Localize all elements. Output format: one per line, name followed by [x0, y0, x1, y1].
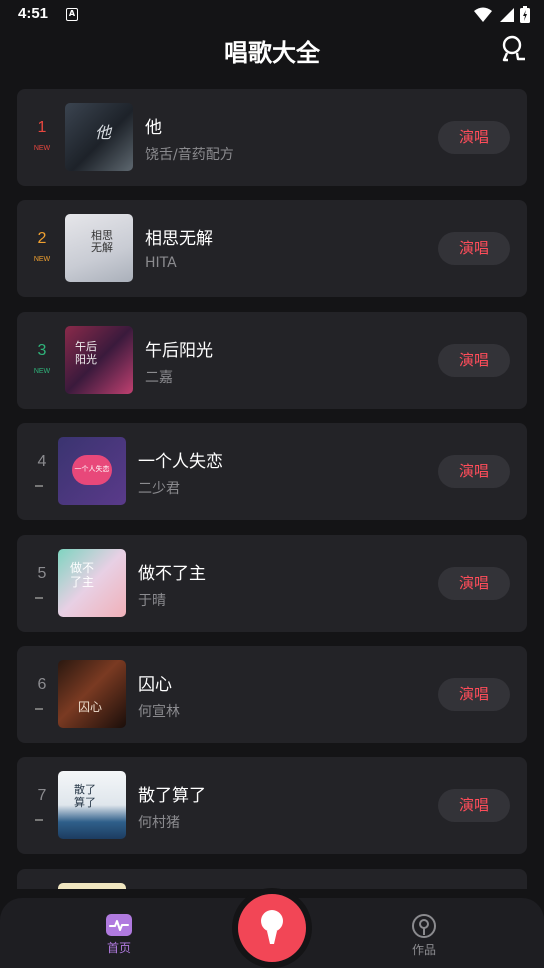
rank-unchanged-icon	[35, 485, 43, 487]
sing-button[interactable]: 演唱	[438, 232, 510, 265]
song-artist: 二嘉	[145, 370, 173, 386]
sing-button[interactable]: 演唱	[438, 455, 510, 488]
album-cover: 散了算了	[58, 771, 126, 839]
song-title: 一个人失恋	[138, 452, 223, 472]
tab-home[interactable]: 首页	[89, 914, 149, 956]
status-time: 4:51	[18, 5, 49, 22]
album-cover: 一个人失恋	[58, 437, 126, 505]
cover-art-text: 囚心	[78, 700, 103, 714]
album-cover: 囚心	[58, 660, 126, 728]
works-icon	[412, 914, 436, 938]
song-artist: 饶舌/音药配方	[145, 147, 234, 163]
album-cover: 他	[65, 103, 133, 171]
song-artist: 何宣林	[138, 704, 180, 720]
song-title: 做不了主	[138, 564, 206, 584]
song-card[interactable]: 2 NEW 相思无解 相思无解 HITA 演唱	[17, 200, 527, 297]
album-cover: 相思无解	[65, 214, 133, 282]
album-cover: 做不了主	[58, 549, 126, 617]
song-artist: 何村猪	[138, 815, 180, 831]
new-badge: NEW	[33, 256, 51, 263]
notification-icon: A	[66, 8, 78, 21]
status-bar: 4:51 A	[0, 0, 544, 30]
song-card[interactable]: 6 囚心 囚心 何宣林 演唱	[17, 646, 527, 743]
song-card[interactable]: 3 NEW 午后阳光 午后阳光 二嘉 演唱	[17, 312, 527, 409]
tab-works[interactable]: 作品	[394, 914, 454, 958]
pulse-icon	[106, 914, 132, 936]
rank-number: 5	[37, 565, 47, 582]
cover-art-text: 午后阳光	[75, 340, 97, 366]
page-title: 唱歌大全	[224, 39, 320, 67]
new-badge: NEW	[33, 368, 51, 375]
sing-button[interactable]: 演唱	[438, 789, 510, 822]
new-badge: NEW	[33, 145, 51, 152]
song-card[interactable]	[17, 869, 527, 889]
microphone-icon	[261, 910, 283, 944]
album-cover	[58, 883, 126, 889]
rank-number: 7	[37, 787, 47, 804]
status-icons	[474, 6, 530, 23]
rank-number: 6	[37, 676, 47, 693]
song-title: 囚心	[138, 675, 172, 695]
rank-number: 4	[37, 453, 47, 470]
cover-art-text: 做不了主	[70, 561, 95, 589]
rank-number: 3	[37, 342, 47, 359]
sing-button[interactable]: 演唱	[438, 344, 510, 377]
song-card[interactable]: 7 散了算了 散了算了 何村猪 演唱	[17, 757, 527, 854]
tab-works-label: 作品	[411, 943, 436, 957]
sing-button[interactable]: 演唱	[438, 567, 510, 600]
song-artist: HITA	[145, 255, 177, 271]
song-card[interactable]: 5 做不了主 做不了主 于晴 演唱	[17, 535, 527, 632]
signal-icon	[500, 7, 514, 22]
album-cover: 午后阳光	[65, 326, 133, 394]
song-artist: 二少君	[138, 481, 180, 497]
song-title: 午后阳光	[145, 341, 213, 361]
battery-icon	[520, 6, 530, 23]
cover-art-text: 他	[95, 123, 112, 142]
rank-unchanged-icon	[35, 597, 43, 599]
wifi-icon	[474, 7, 492, 22]
rank-unchanged-icon	[35, 708, 43, 710]
cover-art-text: 散了算了	[74, 783, 96, 809]
song-artist: 于晴	[138, 593, 166, 609]
song-title: 散了算了	[138, 786, 206, 806]
rank-number: 1	[37, 119, 47, 136]
tab-home-label: 首页	[106, 941, 131, 955]
rank-unchanged-icon	[35, 819, 43, 821]
song-card[interactable]: 4 一个人失恋 一个人失恋 二少君 演唱	[17, 423, 527, 520]
song-card[interactable]: 1 NEW 他 他 饶舌/音药配方 演唱	[17, 89, 527, 186]
song-list[interactable]: 1 NEW 他 他 饶舌/音药配方 演唱 2 NEW 相思无解 相思无解 HIT…	[17, 89, 527, 889]
header: 唱歌大全	[0, 30, 544, 70]
singer-profile-icon[interactable]	[498, 34, 526, 62]
rank-number: 2	[37, 230, 47, 247]
song-title: 相思无解	[145, 229, 213, 249]
cover-art-text: 相思无解	[91, 229, 113, 254]
cover-art-text: 一个人失恋	[74, 465, 110, 473]
song-title: 他	[145, 118, 162, 138]
sing-now-button[interactable]	[238, 894, 306, 962]
sing-button[interactable]: 演唱	[438, 121, 510, 154]
sing-button[interactable]: 演唱	[438, 678, 510, 711]
